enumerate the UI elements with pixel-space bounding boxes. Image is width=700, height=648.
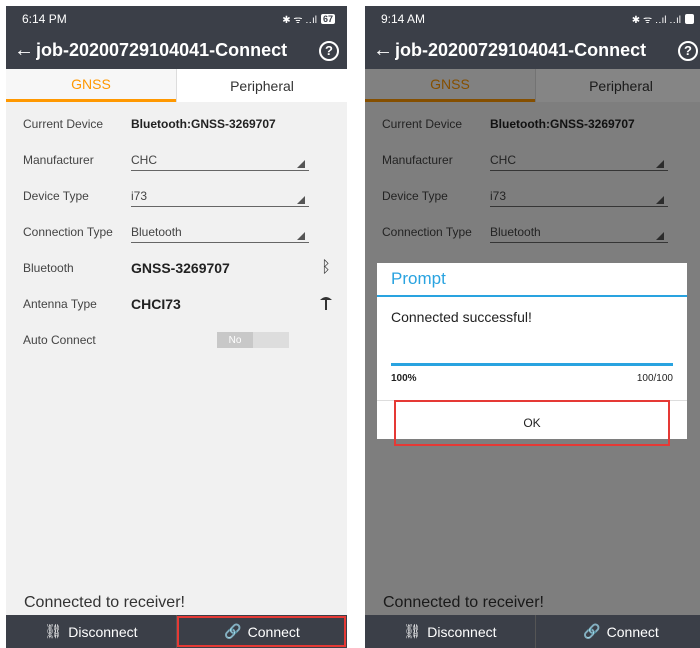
- dialog-message: Connected successful!: [391, 309, 532, 325]
- connect-label: Connect: [606, 623, 659, 640]
- disconnect-button[interactable]: ⛓ Disconnect: [365, 615, 535, 648]
- auto-connect-toggle[interactable]: No: [217, 332, 289, 348]
- dialog-button-row: OK: [377, 400, 687, 446]
- manufacturer-row: Manufacturer CHC: [23, 142, 337, 178]
- prompt-dialog: Prompt Connected successful! 100% 100/10…: [377, 263, 687, 446]
- bottom-action-bar: ⛓ Disconnect 🔗 Connect: [6, 615, 347, 648]
- back-arrow-icon[interactable]: ←: [373, 39, 395, 62]
- signal-icons: ✱ ᯤ ‥ıl ‥ıl: [631, 15, 681, 26]
- disconnect-label: Disconnect: [68, 623, 138, 640]
- connection-type-label: Connection Type: [23, 225, 113, 239]
- link-icon: 🔗: [224, 623, 242, 639]
- title-bar: ← job-20200729104041-Connect ?: [6, 32, 347, 69]
- battery-icon: [684, 14, 694, 24]
- phone-screen-right: 9:14 AM ✱ ᯤ ‥ıl ‥ıl ← job-20200729104041…: [365, 6, 700, 648]
- connect-label: Connect: [247, 623, 300, 640]
- status-time: 6:14 PM: [22, 12, 67, 26]
- tab-bar: GNSS Peripheral: [6, 69, 347, 102]
- connection-type-dropdown[interactable]: Bluetooth: [131, 222, 309, 243]
- connect-button[interactable]: 🔗 Connect: [535, 615, 700, 648]
- tab-gnss[interactable]: GNSS: [6, 69, 176, 102]
- page-title: job-20200729104041-Connect: [36, 40, 288, 60]
- bottom-action-bar: ⛓ Disconnect 🔗 Connect: [365, 615, 700, 648]
- auto-connect-toggle-state: No: [217, 332, 253, 348]
- current-device-row: Current Device Bluetooth:GNSS-3269707: [23, 106, 337, 142]
- status-bar: 9:14 AM ✱ ᯤ ‥ıl ‥ıl: [365, 6, 700, 32]
- status-time: 9:14 AM: [381, 12, 426, 26]
- back-arrow-icon[interactable]: ←: [14, 39, 36, 62]
- progress-bar: [391, 363, 673, 366]
- auto-connect-label: Auto Connect: [23, 333, 96, 347]
- device-type-dropdown[interactable]: i73: [131, 186, 309, 207]
- disconnect-button[interactable]: ⛓ Disconnect: [6, 615, 176, 648]
- bluetooth-icon[interactable]: ᛒ: [315, 259, 337, 277]
- help-icon[interactable]: ?: [678, 40, 698, 61]
- phone-screen-left: 6:14 PM ✱ ᯤ ‥ıl 67 ← job-20200729104041-…: [6, 6, 347, 648]
- bluetooth-label: Bluetooth: [23, 261, 74, 275]
- manufacturer-label: Manufacturer: [23, 153, 94, 167]
- device-type-row: Device Type i73: [23, 178, 337, 214]
- manufacturer-dropdown[interactable]: CHC: [131, 150, 309, 171]
- unlink-icon: ⛓: [403, 623, 422, 639]
- progress-count: 100/100: [636, 373, 673, 384]
- connect-button[interactable]: 🔗 Connect: [176, 615, 347, 648]
- battery-icon: 67: [320, 14, 335, 24]
- ok-button[interactable]: OK: [394, 400, 670, 446]
- current-device-value: Bluetooth:GNSS-3269707: [131, 117, 276, 131]
- device-type-label: Device Type: [23, 189, 89, 203]
- antenna-icon[interactable]: [315, 294, 337, 315]
- link-icon: 🔗: [583, 623, 601, 639]
- disconnect-label: Disconnect: [427, 623, 497, 640]
- dialog-title: Prompt: [377, 263, 687, 297]
- page-title: job-20200729104041-Connect: [395, 40, 647, 60]
- bluetooth-row: Bluetooth GNSS-3269707 ᛒ: [23, 250, 337, 286]
- progress-percent: 100%: [391, 373, 417, 384]
- antenna-type-row: Antenna Type CHCI73: [23, 286, 337, 322]
- status-bar: 6:14 PM ✱ ᯤ ‥ıl 67: [6, 6, 347, 32]
- antenna-type-label: Antenna Type: [23, 297, 97, 311]
- status-message: Connected to receiver!: [24, 594, 185, 611]
- connection-type-row: Connection Type Bluetooth: [23, 214, 337, 250]
- title-bar: ← job-20200729104041-Connect ?: [365, 32, 700, 69]
- bluetooth-value: GNSS-3269707: [131, 260, 230, 276]
- antenna-type-value: CHCI73: [131, 296, 181, 312]
- help-icon[interactable]: ?: [319, 40, 339, 61]
- current-device-label: Current Device: [23, 117, 104, 131]
- signal-icons: ✱ ᯤ ‥ıl: [282, 15, 317, 26]
- tab-peripheral[interactable]: Peripheral: [176, 69, 347, 102]
- auto-connect-row: Auto Connect No: [23, 322, 337, 358]
- unlink-icon: ⛓: [44, 623, 63, 639]
